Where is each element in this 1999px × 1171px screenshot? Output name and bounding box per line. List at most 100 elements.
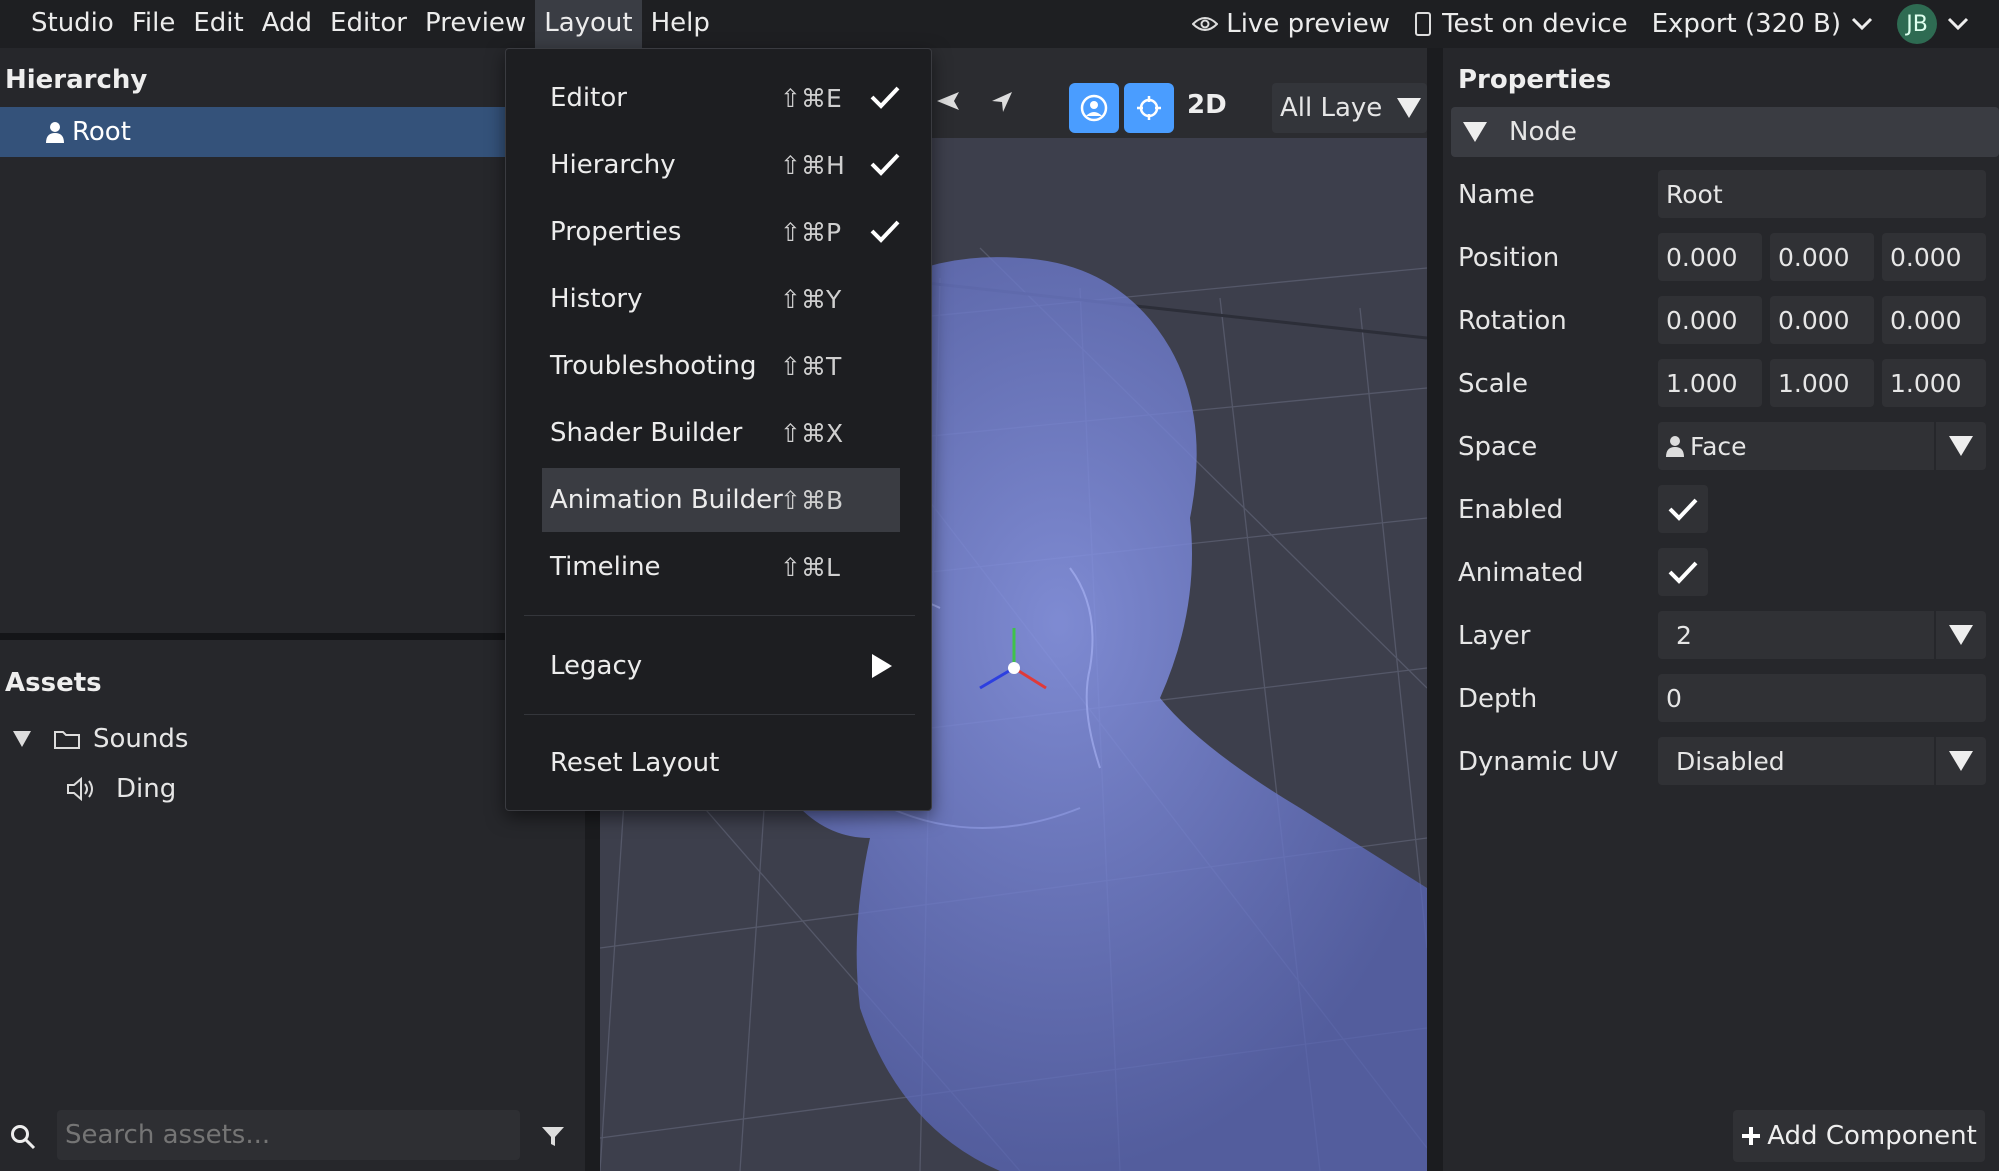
- animated-checkbox[interactable]: [1658, 548, 1708, 596]
- menu-item-shortcut: ⇧⌘E: [780, 83, 842, 113]
- chevron-down-icon: [1851, 17, 1873, 31]
- panel-splitter[interactable]: [0, 633, 505, 640]
- position-y-field[interactable]: 0.000: [1770, 233, 1874, 281]
- enabled-label: Enabled: [1458, 495, 1564, 525]
- menu-item-troubleshooting[interactable]: Troubleshooting ⇧⌘T: [542, 334, 900, 398]
- menu-item-shortcut: ⇧⌘Y: [780, 284, 842, 314]
- search-assets-input[interactable]: [57, 1110, 520, 1160]
- triangle-down-icon[interactable]: [13, 731, 31, 747]
- scale-x-field[interactable]: 1.000: [1658, 359, 1762, 407]
- triangle-down-icon: [1463, 122, 1487, 142]
- space-select[interactable]: Face: [1658, 422, 1986, 470]
- menu-item-shader-builder[interactable]: Shader Builder ⇧⌘X: [542, 401, 900, 465]
- assets-panel: Assets Sounds Ding: [0, 640, 505, 1171]
- dynamic-uv-label: Dynamic UV: [1458, 747, 1618, 777]
- hierarchy-title: Hierarchy: [5, 65, 148, 95]
- airplane-icon[interactable]: [935, 88, 961, 114]
- avatar[interactable]: JB: [1897, 4, 1937, 44]
- asset-file-ding[interactable]: Ding: [66, 774, 176, 804]
- triangle-right-icon: [872, 654, 892, 678]
- layers-select[interactable]: All Laye: [1272, 83, 1427, 133]
- person-icon: [46, 122, 64, 143]
- triangle-down-icon: [1397, 98, 1421, 118]
- export-button[interactable]: Export (320 B): [1652, 9, 1873, 39]
- checkmark-icon: [870, 220, 900, 243]
- menu-item-shortcut: ⇧⌘B: [780, 485, 844, 515]
- rotation-y-field[interactable]: 0.000: [1770, 296, 1874, 344]
- menu-item-label: Timeline: [550, 552, 661, 582]
- layers-select-value: All Laye: [1280, 93, 1383, 123]
- menu-item-label: History: [550, 284, 643, 314]
- mode-2d-toggle[interactable]: 2D: [1187, 90, 1227, 120]
- eye-icon: [1192, 17, 1219, 31]
- node-section-header[interactable]: Node: [1451, 107, 1999, 157]
- menu-item-shortcut: ⇧⌘P: [780, 217, 842, 247]
- rotation-z-field[interactable]: 0.000: [1882, 296, 1986, 344]
- test-on-device-button[interactable]: Test on device: [1414, 9, 1628, 39]
- navigation-arrow-icon[interactable]: [990, 90, 1014, 114]
- menu-studio[interactable]: Studio: [0, 0, 123, 48]
- scale-z-field[interactable]: 1.000: [1882, 359, 1986, 407]
- layer-select-value: 2: [1676, 620, 1692, 650]
- viewport-properties-splitter[interactable]: [1427, 48, 1443, 1171]
- menu-item-label: Editor: [550, 83, 627, 113]
- menu-help[interactable]: Help: [642, 0, 719, 48]
- space-select-value: Face: [1690, 431, 1747, 461]
- menu-edit[interactable]: Edit: [184, 0, 252, 48]
- menu-item-editor[interactable]: Editor ⇧⌘E: [542, 66, 900, 130]
- animated-label: Animated: [1458, 558, 1584, 588]
- menu-item-label: Legacy: [550, 651, 643, 681]
- rotation-x-field[interactable]: 0.000: [1658, 296, 1762, 344]
- menu-file[interactable]: File: [123, 0, 185, 48]
- menu-layout[interactable]: Layout: [535, 0, 642, 48]
- menu-add[interactable]: Add: [253, 0, 321, 48]
- menu-item-label: Animation Builder: [550, 485, 783, 515]
- phone-icon: [1415, 12, 1432, 36]
- menu-editor[interactable]: Editor: [321, 0, 416, 48]
- layer-select-arrow[interactable]: [1934, 611, 1986, 659]
- space-select-arrow[interactable]: [1934, 422, 1986, 470]
- menu-item-shortcut: ⇧⌘L: [780, 552, 840, 582]
- account-menu[interactable]: JB: [1897, 4, 1969, 44]
- menu-item-properties[interactable]: Properties ⇧⌘P: [542, 200, 900, 264]
- asset-folder-sounds[interactable]: Sounds: [13, 724, 188, 754]
- triangle-down-icon: [1949, 625, 1973, 645]
- menu-item-animation-builder[interactable]: Animation Builder ⇧⌘B: [542, 468, 900, 532]
- menu-item-shortcut: ⇧⌘X: [780, 418, 844, 448]
- menu-item-hierarchy[interactable]: Hierarchy ⇧⌘H: [542, 133, 900, 197]
- layer-select[interactable]: 2: [1658, 611, 1986, 659]
- checkmark-icon: [1668, 498, 1698, 521]
- position-z-field[interactable]: 0.000: [1882, 233, 1986, 281]
- file-label: Ding: [116, 774, 177, 804]
- properties-title: Properties: [1458, 65, 1612, 95]
- rotation-label: Rotation: [1458, 306, 1567, 336]
- layout-dropdown-menu: Editor ⇧⌘E Hierarchy ⇧⌘H Properties ⇧⌘P …: [505, 48, 932, 811]
- dynamic-uv-select[interactable]: Disabled: [1658, 737, 1986, 785]
- name-field[interactable]: [1658, 170, 1986, 218]
- name-label: Name: [1458, 180, 1535, 210]
- add-component-button[interactable]: Add Component: [1733, 1110, 1985, 1162]
- live-preview-button[interactable]: Live preview: [1192, 9, 1390, 39]
- dynamic-uv-select-arrow[interactable]: [1934, 737, 1986, 785]
- scale-y-field[interactable]: 1.000: [1770, 359, 1874, 407]
- enabled-checkbox[interactable]: [1658, 485, 1708, 533]
- add-component-label: Add Component: [1767, 1121, 1977, 1151]
- depth-label: Depth: [1458, 684, 1538, 714]
- menu-item-timeline[interactable]: Timeline ⇧⌘L: [542, 535, 900, 599]
- menu-preview[interactable]: Preview: [416, 0, 535, 48]
- position-label: Position: [1458, 243, 1560, 273]
- menu-item-history[interactable]: History ⇧⌘Y: [542, 267, 900, 331]
- live-preview-label: Live preview: [1226, 9, 1391, 39]
- folder-label: Sounds: [93, 724, 189, 754]
- menu-item-reset-layout[interactable]: Reset Layout: [542, 731, 900, 795]
- menu-item-legacy[interactable]: Legacy: [542, 634, 900, 698]
- position-x-field[interactable]: 0.000: [1658, 233, 1762, 281]
- menu-item-shortcut: ⇧⌘H: [780, 150, 845, 180]
- face-tracking-button[interactable]: [1069, 83, 1119, 133]
- checkmark-icon: [870, 153, 900, 176]
- menu-item-label: Troubleshooting: [550, 351, 757, 381]
- hierarchy-item-root[interactable]: Root: [0, 107, 505, 157]
- filter-icon[interactable]: [541, 1126, 565, 1148]
- move-tool-button[interactable]: [1124, 83, 1174, 133]
- depth-field[interactable]: 0: [1658, 674, 1986, 722]
